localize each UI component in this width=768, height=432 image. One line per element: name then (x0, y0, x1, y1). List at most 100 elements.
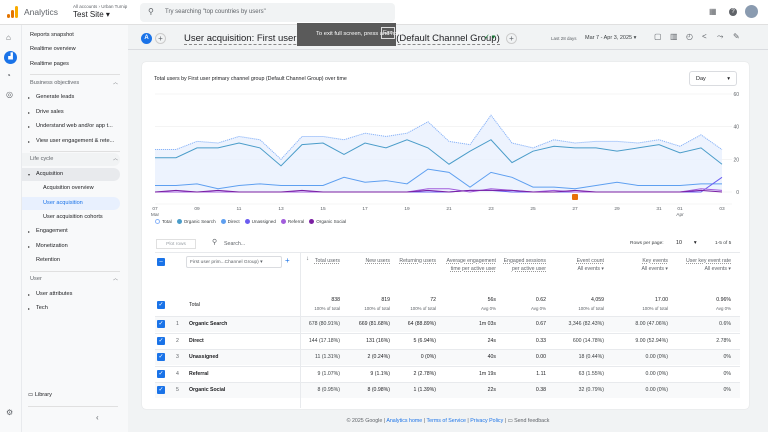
add-comparison-button[interactable]: + (155, 33, 166, 44)
row-value: 9.00 (52.94%) (635, 337, 668, 344)
column-label: Returning users (399, 258, 436, 264)
legend-swatch (176, 219, 182, 224)
breadcrumb[interactable]: All accounts › Urban Turnip (73, 4, 127, 9)
privacy-link[interactable]: Privacy Policy (470, 418, 503, 424)
column-header[interactable]: Engaged sessions per active user (500, 257, 546, 273)
legend-item[interactable]: Unassigned (244, 219, 276, 224)
trend-icon[interactable]: ⤳ (717, 32, 723, 42)
select-all-checkbox[interactable]: – (157, 258, 165, 266)
verified-check-icon[interactable]: ✓ ▾ (484, 33, 495, 41)
row-value: 9 (1.1%) (370, 370, 390, 377)
nav-reports-snapshot[interactable]: Reports snapshot (22, 29, 120, 42)
column-header[interactable]: Event count All events ▾ (558, 257, 604, 273)
column-header[interactable]: New users (344, 257, 390, 265)
nav-section-user[interactable]: User ︿ (22, 273, 120, 286)
rows-per-page-select[interactable]: 10 ▾ (676, 240, 697, 246)
send-feedback-link[interactable]: Send feedback (514, 418, 549, 424)
add-dimension-button[interactable]: + (285, 256, 290, 265)
compare-icon[interactable]: ▥ (670, 32, 678, 41)
nav-drive-sales[interactable]: ▸ Drive sales (22, 106, 120, 119)
legend-item[interactable]: Organic Social (309, 219, 346, 224)
nav-section-life-cycle[interactable]: Life cycle ︿ (22, 153, 120, 166)
nav-realtime-pages[interactable]: Realtime pages (22, 58, 120, 71)
edit-pencil-icon[interactable]: ✎ (733, 32, 740, 41)
annotation-marker[interactable] (572, 194, 578, 200)
nav-acquisition-overview[interactable]: Acquisition overview (22, 182, 120, 195)
total-checkbox[interactable]: ✓ (157, 301, 165, 309)
nav-acquisition[interactable]: ▾ Acquisition (22, 168, 120, 181)
terms-link[interactable]: Terms of Service (426, 418, 465, 424)
column-header[interactable]: User key event rate All events ▾ (685, 257, 731, 273)
nav-realtime-overview[interactable]: Realtime overview (22, 43, 120, 56)
row-checkbox[interactable]: ✓ (157, 320, 165, 328)
legend-label: Referral (287, 219, 305, 224)
nav-monetization[interactable]: ▸ Monetization (22, 240, 120, 253)
apps-grid-icon[interactable]: ▦ (709, 7, 717, 16)
total-value: 0.62 (535, 297, 546, 303)
channel-name[interactable]: Unassigned (189, 354, 218, 360)
row-value: 144 (17.18%) (308, 337, 340, 344)
row-checkbox[interactable]: ✓ (157, 386, 165, 395)
nav-engagement[interactable]: ▸ Engagement (22, 225, 120, 238)
nav-section-business-objectives[interactable]: Business objectives ︿ (22, 77, 120, 90)
nav-user-attributes[interactable]: ▸ User attributes (22, 288, 120, 301)
comparison-avatar[interactable]: A (141, 33, 152, 44)
share-icon[interactable]: < (702, 32, 707, 41)
expand-arrow-icon: ▸ (28, 124, 31, 129)
channel-name[interactable]: Organic Search (189, 321, 227, 327)
row-value: 2.78% (716, 337, 731, 344)
table-search-input[interactable]: Search... (224, 241, 245, 247)
row-checkbox[interactable]: ✓ (157, 353, 165, 362)
event-filter-select[interactable]: All events ▾ (558, 265, 604, 273)
explore-icon[interactable]: ◔ (6, 71, 11, 80)
legend-item[interactable]: Organic Search (176, 219, 216, 224)
column-label: Key events (642, 258, 668, 264)
customize-report-icon[interactable]: ▢ (654, 32, 662, 41)
date-range-picker[interactable]: Mar 7 - Apr 3, 2025 ▾ (585, 35, 636, 41)
legend-item[interactable]: Referral (280, 219, 305, 224)
dimension-select[interactable]: First user prim...Channel Group) ▾ (186, 256, 282, 268)
insights-icon[interactable]: ◴ (686, 32, 693, 41)
column-header[interactable]: Key events All events ▾ (622, 257, 668, 273)
reports-icon[interactable]: ▟ (4, 51, 17, 64)
property-selector[interactable]: Test Site ▾ (73, 10, 110, 19)
column-header[interactable]: Returning users (390, 257, 436, 265)
analytics-home-link[interactable]: Analytics home (386, 418, 422, 424)
home-icon[interactable]: ⌂ (6, 33, 11, 42)
row-checkbox[interactable]: ✓ (157, 336, 165, 345)
settings-gear-icon[interactable]: ⚙ (6, 408, 13, 417)
nav-generate-leads[interactable]: ▸ Generate leads (22, 91, 120, 104)
nav-library[interactable]: ▭ Library (22, 389, 120, 402)
plot-rows-button[interactable]: Plot rows (156, 239, 196, 249)
legend-swatch (220, 219, 226, 224)
row-value: 18 (0.44%) (578, 354, 604, 361)
event-filter-select[interactable]: All events ▾ (622, 265, 668, 273)
total-value: 72 (430, 297, 436, 303)
nav-label: Engagement (36, 228, 68, 234)
nav-label: Library (34, 392, 52, 398)
column-header[interactable]: Average engagement time per active user (446, 257, 496, 273)
legend-item[interactable]: Total (155, 219, 172, 224)
search-bar[interactable]: ⚲ Try searching "top countries by users" (140, 3, 395, 22)
event-filter-select[interactable]: All events ▾ (685, 265, 731, 273)
nav-retention[interactable]: Retention (22, 254, 120, 267)
advertising-icon[interactable]: ◎ (6, 90, 13, 99)
row-value: 8 (0.95%) (317, 387, 341, 394)
nav-understand-traffic[interactable]: ▸ Understand web and/or app t... (22, 120, 120, 133)
x-tick-label: 01 (677, 206, 683, 212)
nav-user-acquisition-cohorts[interactable]: User acquisition cohorts (22, 211, 120, 224)
granularity-select[interactable]: Day ▾ (689, 71, 737, 86)
nav-user-acquisition[interactable]: User acquisition (22, 197, 120, 210)
filter-value: All events (577, 266, 600, 272)
help-icon[interactable]: ? (729, 8, 737, 16)
account-avatar[interactable] (745, 5, 758, 18)
nav-tech[interactable]: ▸ Tech (22, 302, 120, 315)
nav-view-engagement[interactable]: ▸ View user engagement & rete... (22, 135, 120, 148)
chart-legend: Total Organic Search Direct Unassigned Refer… (155, 219, 351, 224)
legend-item[interactable]: Direct (220, 219, 240, 224)
row-checkbox[interactable]: ✓ (157, 369, 165, 378)
channel-name[interactable]: Referral (189, 371, 209, 377)
add-button[interactable]: + (506, 33, 517, 44)
channel-name[interactable]: Organic Social (189, 387, 225, 393)
channel-name[interactable]: Direct (189, 338, 204, 344)
